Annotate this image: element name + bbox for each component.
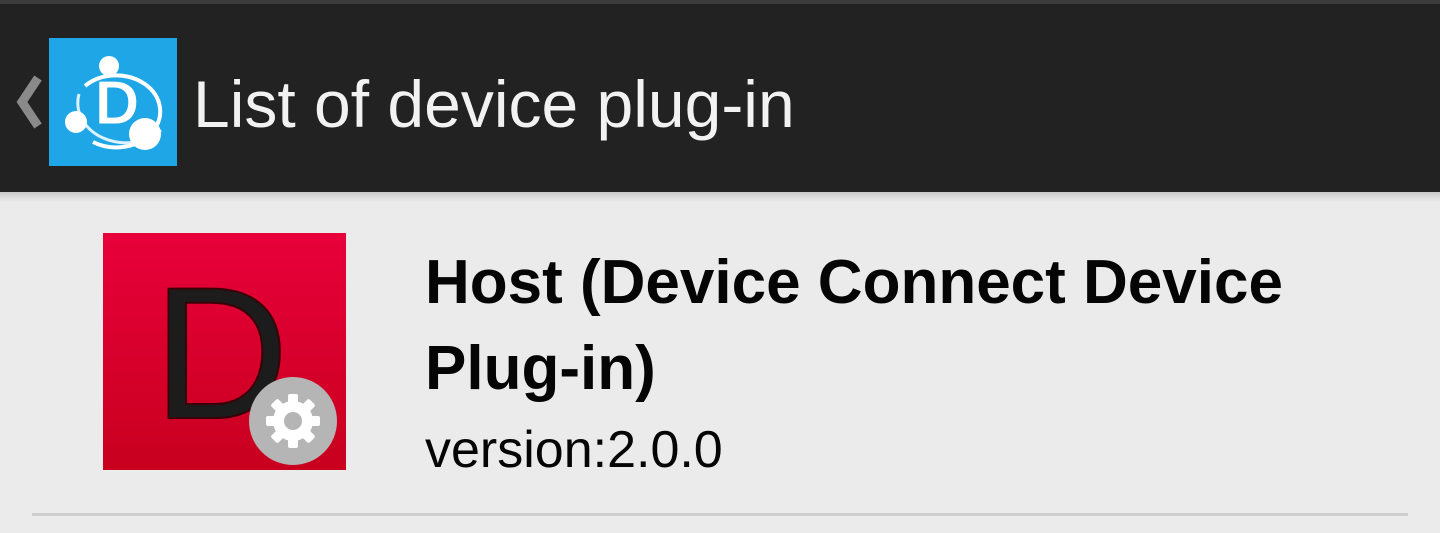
svg-text:D: D	[95, 69, 140, 138]
action-bar: D List of device plug-in	[0, 4, 1440, 192]
gear-icon	[249, 377, 337, 465]
action-bar-shadow	[0, 192, 1440, 202]
list-divider	[32, 513, 1408, 516]
plugin-list-item[interactable]: D Host (Device Connect Device Plug-in) v…	[0, 202, 1440, 514]
plugin-version: version:2.0.0	[425, 421, 723, 479]
app-logo-icon[interactable]: D	[49, 38, 177, 166]
host-plugin-icon: D	[103, 233, 346, 470]
page-title: List of device plug-in	[193, 67, 795, 141]
plugin-name: Host (Device Connect Device Plug-in)	[425, 248, 1283, 403]
up-navigation-icon[interactable]	[12, 70, 46, 134]
